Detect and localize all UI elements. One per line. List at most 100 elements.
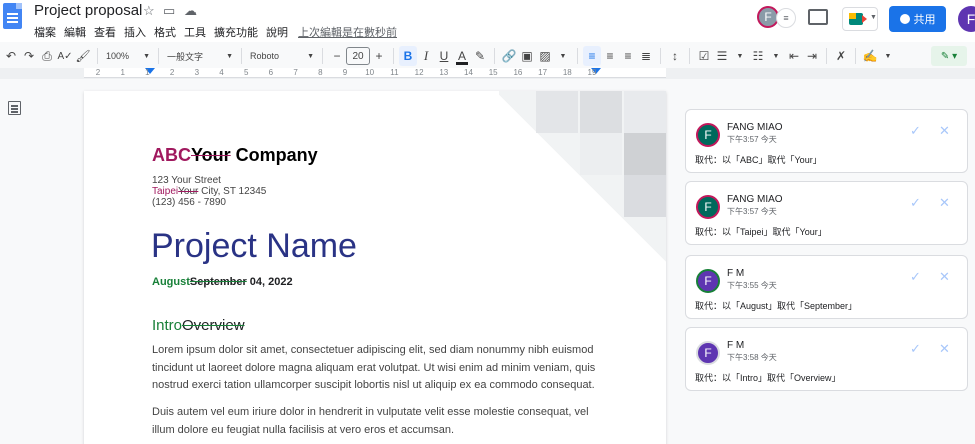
- move-folder-icon[interactable]: ▭: [163, 3, 175, 19]
- align-justify-icon[interactable]: ≣: [637, 46, 655, 66]
- menu-extensions[interactable]: 擴充功能: [214, 24, 258, 40]
- section-heading: IntroOverview: [152, 317, 245, 334]
- comment-time: 下午3:57 今天: [727, 207, 777, 216]
- text-color-icon[interactable]: A: [453, 46, 471, 66]
- meet-button[interactable]: ▼: [842, 7, 878, 31]
- reject-suggestion-icon[interactable]: ✕: [939, 341, 950, 357]
- suggested-deletion[interactable]: Your: [178, 186, 198, 197]
- menu-view[interactable]: 查看: [94, 24, 116, 40]
- line-spacing-icon[interactable]: ↕: [666, 46, 684, 66]
- ruler-tick: 15: [488, 68, 498, 77]
- accept-suggestion-icon[interactable]: ✓: [910, 269, 921, 285]
- link-icon[interactable]: 🔗: [500, 46, 518, 66]
- align-left-icon[interactable]: ≡: [583, 46, 601, 66]
- decrease-font-icon[interactable]: −: [328, 46, 346, 66]
- comment-time: 下午3:55 今天: [727, 281, 777, 290]
- undo-icon[interactable]: ↶: [2, 46, 20, 66]
- ruler-tick: 14: [464, 68, 473, 77]
- ruler-tick: 17: [538, 68, 548, 77]
- suggestion-card[interactable]: F FANG MIAO 下午3:57 今天 ✓ ✕ 取代：以「ABC」取代「Yo…: [685, 109, 968, 173]
- suggestion-card[interactable]: F F M 下午3:55 今天 ✓ ✕ 取代：以「August」取代「Septe…: [685, 255, 968, 319]
- document-outline-icon[interactable]: [8, 101, 21, 115]
- insert-image-icon[interactable]: ▨: [536, 46, 554, 66]
- increase-indent-icon[interactable]: ⇥: [803, 46, 821, 66]
- bold-icon[interactable]: B: [399, 46, 417, 66]
- more-viewers-icon[interactable]: ≡: [776, 8, 796, 28]
- print-icon[interactable]: ⎙: [38, 46, 56, 66]
- font-size-input[interactable]: 20: [346, 47, 370, 65]
- menu-file[interactable]: 檔案: [34, 24, 56, 40]
- body-paragraph: Duis autem vel eum iriure dolor in hendr…: [152, 406, 589, 436]
- reject-suggestion-icon[interactable]: ✕: [939, 195, 950, 211]
- increase-font-icon[interactable]: +: [370, 46, 388, 66]
- document-title[interactable]: Project proposal: [34, 2, 142, 19]
- ruler-tick: 10: [365, 68, 375, 77]
- comment-history-icon[interactable]: [808, 9, 828, 25]
- suggestion-card[interactable]: F FANG MIAO 下午3:57 今天 ✓ ✕ 取代：以「Taipei」取代…: [685, 181, 968, 245]
- page-decoration: [536, 91, 578, 133]
- suggested-deletion[interactable]: September: [190, 276, 247, 288]
- suggested-insertion[interactable]: ABC: [152, 145, 191, 165]
- menu-edit[interactable]: 編輯: [64, 24, 86, 40]
- style-value: 一般文字: [167, 51, 204, 62]
- suggested-insertion[interactable]: Intro: [152, 317, 182, 334]
- ruler-tick: 11: [390, 68, 399, 77]
- underline-icon[interactable]: U: [435, 46, 453, 66]
- last-edit-link[interactable]: 上次編輯是在數秒前: [298, 24, 397, 40]
- align-center-icon[interactable]: ≡: [601, 46, 619, 66]
- spellcheck-icon[interactable]: A✓: [56, 46, 74, 66]
- add-comment-icon[interactable]: ▣: [518, 46, 536, 66]
- toolbar-divider: [393, 48, 394, 64]
- cloud-status-icon[interactable]: ☁: [184, 3, 197, 19]
- menu-format[interactable]: 格式: [154, 24, 176, 40]
- docs-logo-icon[interactable]: [3, 3, 22, 29]
- highlight-icon[interactable]: ✎: [471, 46, 489, 66]
- horizontal-ruler[interactable]: 2 1 1 2 3 4 5 6 7 8 9 10 11 12 13 14 15 16 17 18 19: [84, 68, 666, 78]
- zoom-select[interactable]: 100% ▼: [103, 51, 153, 61]
- checklist-icon[interactable]: ☑: [695, 46, 713, 66]
- reject-suggestion-icon[interactable]: ✕: [939, 269, 950, 285]
- ruler-tick: 8: [318, 68, 323, 77]
- accept-suggestion-icon[interactable]: ✓: [910, 123, 921, 139]
- menu-insert[interactable]: 插入: [124, 24, 146, 40]
- accept-suggestion-icon[interactable]: ✓: [910, 195, 921, 211]
- ruler-tick: 1: [145, 68, 150, 77]
- zoom-value: 100%: [106, 51, 130, 61]
- star-icon[interactable]: ☆: [143, 3, 155, 19]
- share-label: 共用: [913, 14, 936, 26]
- suggestion-card[interactable]: F F M 下午3:58 今天 ✓ ✕ 取代：以「Intro」取代「Overvi…: [685, 327, 968, 391]
- annotation-icon[interactable]: ✍: [861, 46, 879, 66]
- suggested-insertion[interactable]: August: [152, 276, 190, 288]
- ruler-tick: 3: [194, 68, 200, 77]
- redo-icon[interactable]: ↷: [20, 46, 38, 66]
- chevron-down-icon[interactable]: ▼: [767, 46, 785, 66]
- toolbar-divider: [689, 48, 690, 64]
- paint-format-icon[interactable]: 🖌: [74, 46, 92, 66]
- suggested-deletion[interactable]: Overview: [182, 317, 245, 334]
- account-avatar[interactable]: F: [958, 6, 975, 32]
- chevron-down-icon[interactable]: ▼: [731, 46, 749, 66]
- align-right-icon[interactable]: ≡: [619, 46, 637, 66]
- clear-formatting-icon[interactable]: ✗: [832, 46, 850, 66]
- font-select[interactable]: Roboto ▼: [247, 51, 317, 61]
- body-paragraph: Lorem ipsum dolor sit amet, consectetuer…: [152, 344, 596, 391]
- commenter-name: F M: [727, 340, 745, 351]
- chevron-down-icon[interactable]: ▼: [554, 46, 572, 66]
- menu-tools[interactable]: 工具: [184, 24, 206, 40]
- suggested-insertion[interactable]: Taipei: [152, 186, 178, 197]
- suggesting-mode-button[interactable]: ✎ ▾: [931, 46, 967, 66]
- suggested-deletion[interactable]: Your: [191, 145, 231, 165]
- document-page[interactable]: ABCYour Company 123 Your Street TaipeiYo…: [84, 91, 666, 444]
- page-decoration: [624, 91, 666, 133]
- numbered-list-icon[interactable]: ☷: [749, 46, 767, 66]
- chevron-down-icon[interactable]: ▼: [879, 46, 897, 66]
- share-button[interactable]: 共用: [889, 6, 946, 32]
- menu-help[interactable]: 說明: [266, 24, 288, 40]
- decrease-indent-icon[interactable]: ⇤: [785, 46, 803, 66]
- reject-suggestion-icon[interactable]: ✕: [939, 123, 950, 139]
- bulleted-list-icon[interactable]: ☰: [713, 46, 731, 66]
- accept-suggestion-icon[interactable]: ✓: [910, 341, 921, 357]
- toolbar-divider: [158, 48, 159, 64]
- italic-icon[interactable]: I: [417, 46, 435, 66]
- style-select[interactable]: 一般文字 ▼: [164, 50, 236, 63]
